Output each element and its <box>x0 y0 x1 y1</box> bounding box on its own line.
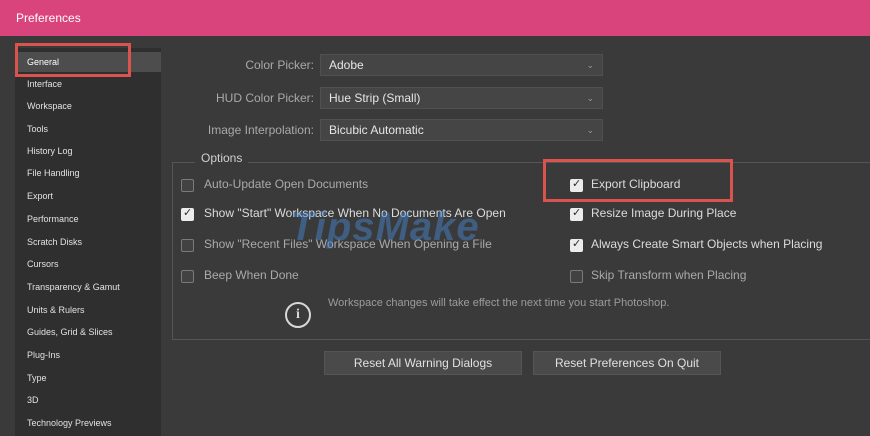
sidebar-item-type[interactable]: Type <box>15 368 161 388</box>
reset-all-warning-dialogs-button[interactable]: Reset All Warning Dialogs <box>324 351 522 375</box>
sidebar-item-plug-ins[interactable]: Plug-Ins <box>15 345 161 365</box>
resize-image-label: Resize Image During Place <box>591 206 737 220</box>
window-title: Preferences <box>16 11 81 25</box>
title-bar: Preferences <box>0 0 870 36</box>
general-highlight-box <box>15 43 131 77</box>
sidebar: General Interface Workspace Tools Histor… <box>15 48 161 436</box>
sidebar-item-file-handling[interactable]: File Handling <box>15 163 161 183</box>
info-text: Workspace changes will take effect the n… <box>328 297 670 309</box>
beep-when-done-checkbox[interactable] <box>181 270 194 283</box>
export-clipboard-highlight-box <box>543 159 733 202</box>
checkmark-icon: ✓ <box>572 237 582 250</box>
color-picker-select[interactable]: Adobe ⌄ <box>320 54 603 76</box>
options-title: Options <box>195 151 249 165</box>
skip-transform-checkbox[interactable] <box>570 270 583 283</box>
resize-image-checkbox[interactable]: ✓ <box>570 206 583 221</box>
sidebar-item-history-log[interactable]: History Log <box>15 141 161 161</box>
sidebar-item-3d[interactable]: 3D <box>15 390 161 410</box>
sidebar-item-export[interactable]: Export <box>15 186 161 206</box>
show-start-workspace-checkbox[interactable]: ✓ <box>181 206 194 221</box>
checkmark-icon: ✓ <box>183 206 193 219</box>
show-recent-files-checkbox[interactable] <box>181 239 194 252</box>
sidebar-item-transparency-gamut[interactable]: Transparency & Gamut <box>15 277 161 297</box>
sidebar-item-technology-previews[interactable]: Technology Previews <box>15 413 161 433</box>
sidebar-item-cursors[interactable]: Cursors <box>15 254 161 274</box>
hud-color-picker-value: Hue Strip (Small) <box>329 91 421 105</box>
chevron-down-icon: ⌄ <box>586 93 594 103</box>
hud-color-picker-select[interactable]: Hue Strip (Small) ⌄ <box>320 87 603 109</box>
image-interpolation-select[interactable]: Bicubic Automatic ⌄ <box>320 119 603 141</box>
reset-preferences-on-quit-button[interactable]: Reset Preferences On Quit <box>533 351 721 375</box>
watermark-logo: TipsMake <box>290 205 480 249</box>
beep-when-done-label: Beep When Done <box>204 268 299 282</box>
image-interpolation-label: Image Interpolation: <box>207 123 314 137</box>
skip-transform-label: Skip Transform when Placing <box>591 268 747 282</box>
hud-color-picker-label: HUD Color Picker: <box>215 91 314 105</box>
sidebar-item-interface[interactable]: Interface <box>15 74 161 94</box>
auto-update-label: Auto-Update Open Documents <box>204 177 369 191</box>
sidebar-item-performance[interactable]: Performance <box>15 209 161 229</box>
color-picker-label: Color Picker: <box>245 58 314 72</box>
smart-objects-label: Always Create Smart Objects when Placing <box>591 237 823 251</box>
sidebar-item-tools[interactable]: Tools <box>15 119 161 139</box>
color-picker-value: Adobe <box>329 58 364 72</box>
checkmark-icon: ✓ <box>572 206 582 219</box>
smart-objects-checkbox[interactable]: ✓ <box>570 237 583 252</box>
chevron-down-icon: ⌄ <box>586 60 594 70</box>
sidebar-item-workspace[interactable]: Workspace <box>15 96 161 116</box>
image-interpolation-value: Bicubic Automatic <box>329 123 424 137</box>
chevron-down-icon: ⌄ <box>586 125 594 135</box>
sidebar-item-guides-grid-slices[interactable]: Guides, Grid & Slices <box>15 322 161 342</box>
sidebar-item-scratch-disks[interactable]: Scratch Disks <box>15 232 161 252</box>
info-icon: i <box>285 302 311 328</box>
sidebar-item-units-rulers[interactable]: Units & Rulers <box>15 300 161 320</box>
auto-update-checkbox[interactable] <box>181 179 194 192</box>
